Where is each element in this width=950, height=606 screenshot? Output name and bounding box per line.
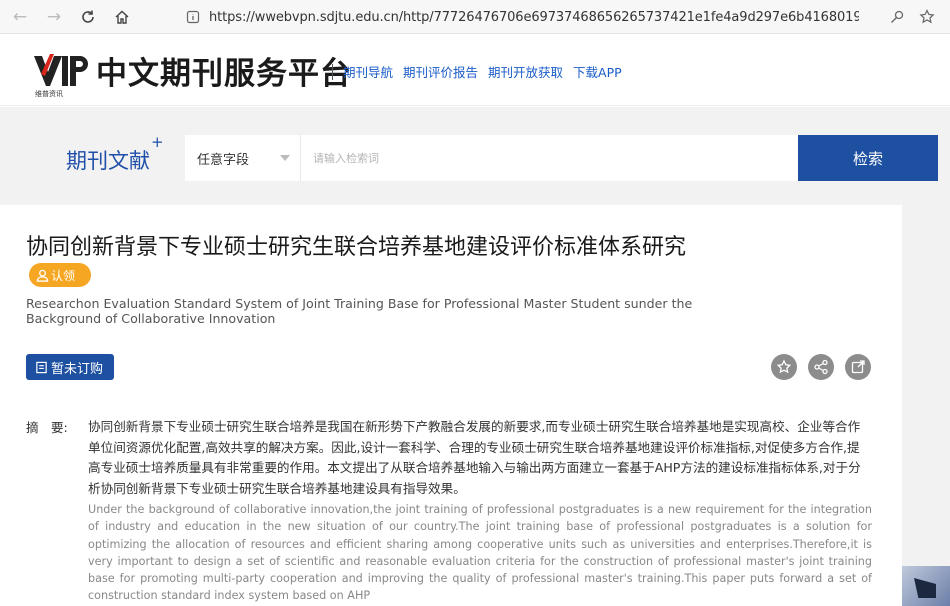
favorites-icon[interactable]	[916, 6, 938, 28]
article-title-en: Researchon Evaluation Standard System of…	[26, 296, 693, 326]
nav-download-app[interactable]: 下载APP	[573, 62, 622, 81]
user-icon	[36, 269, 49, 282]
search-label-plus: +	[151, 133, 164, 151]
logo-subtitle: 维普资讯	[35, 90, 63, 98]
star-icon[interactable]	[771, 354, 797, 380]
url-text[interactable]: https://wwebvpn.sdjtu.edu.cn/http/777264…	[209, 10, 859, 25]
search-key-icon[interactable]	[886, 6, 908, 28]
browser-toolbar: ← → https://wwebvpn.sdjtu.edu.cn/http/77…	[0, 0, 950, 34]
right-side-strip	[902, 205, 950, 606]
abstract-en: Under the background of collaborative in…	[88, 503, 872, 603]
article-title: 协同创新背景下专业硕士研究生联合培养基地建设评价标准体系研究	[26, 235, 687, 260]
search-band: 期刊文献 + 任意字段 检索	[0, 107, 950, 205]
site-title[interactable]: 中文期刊服务平台	[96, 48, 352, 93]
floating-widget[interactable]	[902, 566, 950, 606]
subscribe-label: 暂未订购	[51, 361, 104, 377]
search-label-text: 期刊文献	[66, 149, 150, 173]
claim-label: 认领	[51, 268, 76, 283]
subscribe-button[interactable]: 暂未订购	[26, 354, 114, 380]
nav-journal-evaluation[interactable]: 期刊评价报告	[403, 62, 478, 81]
subscribe-icon	[36, 361, 47, 373]
nav-journal-guide[interactable]: 期刊导航	[343, 62, 393, 81]
share-icon[interactable]	[808, 354, 834, 380]
field-select-value: 任意字段	[197, 152, 250, 168]
reload-icon[interactable]	[74, 3, 102, 31]
nav-open-access[interactable]: 期刊开放获取	[488, 62, 563, 81]
article-detail: 协同创新背景下专业硕士研究生联合培养基地建设评价标准体系研究 认领 Resear…	[0, 205, 902, 606]
home-icon[interactable]	[108, 3, 136, 31]
header-nav: 期刊导航 期刊评价报告 期刊开放获取 下载APP	[343, 62, 632, 81]
vip-logo[interactable]	[32, 52, 90, 90]
search-label: 期刊文献 +	[66, 133, 164, 175]
site-header: 维普资讯 中文期刊服务平台 期刊导航 期刊评价报告 期刊开放获取 下载APP	[0, 34, 950, 106]
abstract-zh: 协同创新背景下专业硕士研究生联合培养是我国在新形势下产教融合发展的新要求,而专业…	[88, 419, 861, 496]
field-select[interactable]: 任意字段	[185, 135, 300, 181]
search-button[interactable]: 检索	[798, 135, 938, 181]
address-bar[interactable]: https://wwebvpn.sdjtu.edu.cn/http/777264…	[185, 5, 885, 29]
chevron-down-icon	[280, 155, 290, 161]
search-form: 任意字段 检索	[185, 135, 938, 181]
external-link-icon[interactable]	[845, 354, 871, 380]
claim-button[interactable]: 认领	[29, 263, 91, 287]
forward-icon[interactable]: →	[40, 3, 68, 31]
search-input[interactable]	[301, 135, 798, 181]
page-info-icon[interactable]	[185, 9, 201, 25]
back-icon[interactable]: ←	[6, 3, 34, 31]
header-divider	[332, 64, 333, 80]
abstract-label: 摘 要:	[26, 420, 68, 435]
